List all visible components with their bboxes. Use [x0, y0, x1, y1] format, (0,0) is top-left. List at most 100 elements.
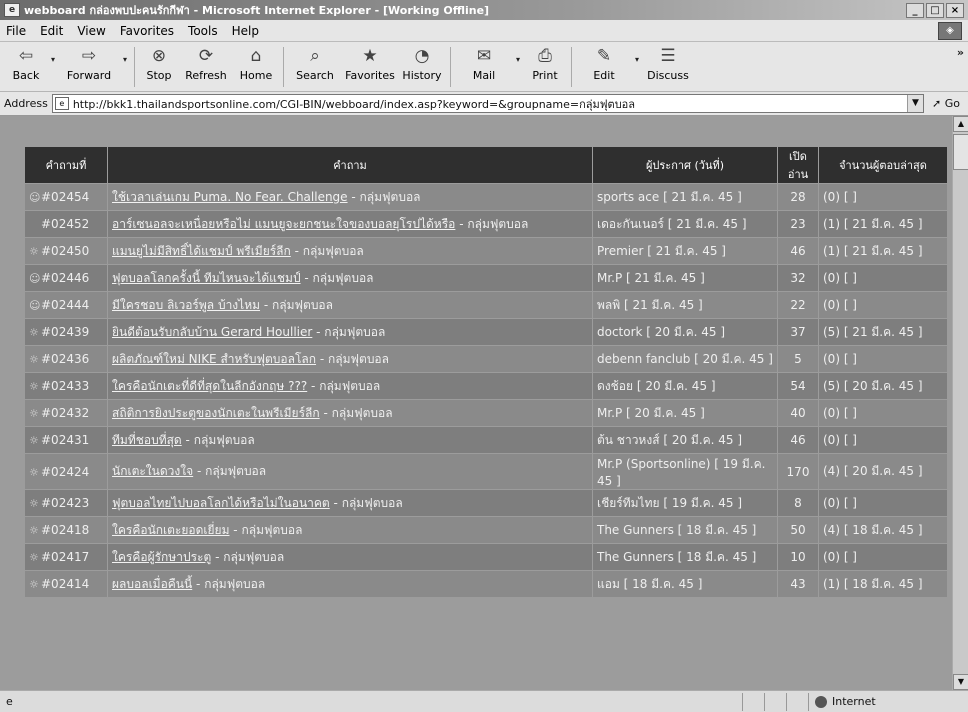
question-number: #02439 — [41, 325, 90, 339]
topic-status-icon: ☼ — [29, 465, 39, 479]
favorites-icon: ★ — [362, 46, 378, 66]
poster-cell: ดงช้อย [ 20 มี.ค. 45 ] — [593, 373, 777, 399]
internet-globe-icon — [815, 695, 827, 708]
minimize-button[interactable]: _ — [906, 2, 924, 18]
address-dropdown-icon[interactable]: ▼ — [907, 95, 923, 112]
address-url[interactable]: http://bkk1.thailandsportsonline.com/CGI… — [73, 95, 907, 113]
back-arrow-icon: ⇦ — [18, 46, 34, 66]
poster-cell: debenn fanclub [ 20 มี.ค. 45 ] — [593, 346, 777, 372]
group-label: กลุ่มฟุตบอล — [205, 464, 267, 478]
toolbar-stop-button[interactable]: ⊗ Stop — [139, 45, 179, 89]
latest-reply-cell: (0) [ ] — [819, 184, 947, 210]
toolbar-mail-dropdown-icon[interactable]: ▾ — [513, 45, 523, 64]
windows-logo-icon: ◈ — [938, 22, 962, 40]
question-link[interactable]: ผลิตภัณฑ์ใหม่ NIKE สำหรับฟุตบอลโลก — [112, 352, 316, 366]
question-number-cell: ☼ #02433 — [25, 373, 107, 399]
question-link[interactable]: ผลบอลเมื่อคืนนี้ — [112, 577, 192, 591]
toolbar-back-button[interactable]: ⇦ Back — [4, 45, 48, 89]
table-row: ☼ #02424 นักเตะในดวงใจ - กลุ่มฟุตบอล Mr.P (… — [25, 454, 947, 489]
zone-label: Internet — [832, 695, 876, 708]
question-number-cell: ☼ #02431 — [25, 427, 107, 453]
question-link[interactable]: ฟุตบอลโลกครั้งนี้ ทีมไหนจะได้แชมป์ — [112, 271, 301, 285]
question-link[interactable]: สถิติการยิงประตูของนักเตะในพรีเมียร์ลีก — [112, 406, 320, 420]
question-link[interactable]: ใครคือนักเตะยอดเยี่ยม — [112, 523, 229, 537]
latest-reply-cell: (0) [ ] — [819, 427, 947, 453]
question-cell: อาร์เซนอลจะเหนื่อยหรือไม่ แมนยูจะยกชนะใจ… — [108, 211, 592, 237]
ie-app-icon[interactable]: e — [4, 3, 20, 17]
reads-cell: 23 — [778, 211, 818, 237]
question-number: #02436 — [41, 352, 90, 366]
scroll-thumb[interactable] — [953, 134, 968, 170]
question-link[interactable]: ทีมที่ชอบที่สุด — [112, 433, 182, 447]
poster-cell: Mr.P (Sportsonline) [ 19 มี.ค. 45 ] — [593, 454, 777, 489]
group-label: กลุ่มฟุตบอล — [331, 405, 393, 420]
toolbar-print-button[interactable]: ⎙ Print — [523, 45, 567, 89]
reads-cell: 50 — [778, 517, 818, 543]
toolbar-more-chevron-icon[interactable]: » — [957, 46, 964, 59]
reads-cell: 37 — [778, 319, 818, 345]
topic-status-icon: ☼ — [29, 578, 39, 591]
question-link[interactable]: ใครคือผู้รักษาประตู — [112, 550, 211, 564]
latest-reply-cell: (1) [ 21 มี.ค. 45 ] — [819, 238, 947, 264]
question-link[interactable]: มีใครชอบ ลิเวอร์พูล บ้างไหม — [112, 298, 260, 312]
toolbar-separator — [283, 47, 284, 87]
group-label: กลุ่มฟุตบอล — [359, 189, 421, 204]
question-link[interactable]: ใช้เวลาเล่นเกม Puma. No Fear. Challenge — [112, 190, 348, 204]
toolbar-history-button[interactable]: ◔ History — [398, 45, 446, 89]
webboard-table: คำถามที่ คำถาม ผู้ประกาศ (วันที่) เปิดอ่… — [24, 146, 948, 598]
scroll-up-icon[interactable]: ▲ — [953, 116, 968, 132]
toolbar-stop-label: Stop — [146, 69, 172, 82]
group-label: กลุ่มฟุตบอล — [272, 297, 333, 312]
edit-icon: ✎ — [596, 46, 612, 66]
menu-favorites[interactable]: Favorites — [120, 24, 174, 38]
menu-bar: File Edit View Favorites Tools Help ◈ — [0, 20, 968, 42]
toolbar-forward-button[interactable]: ⇨ Forward — [58, 45, 120, 89]
maximize-button[interactable]: □ — [926, 2, 944, 18]
toolbar-back-dropdown-icon[interactable]: ▾ — [48, 45, 58, 64]
scroll-down-icon[interactable]: ▼ — [953, 674, 968, 690]
address-bar: Address e http://bkk1.thailandsportsonli… — [0, 92, 968, 116]
question-number: #02454 — [41, 190, 90, 204]
question-link[interactable]: แมนยูไม่มีสิทธิ์ได้แชมป์ พรีเมียร์ลีก — [112, 244, 291, 258]
topic-status-icon: ☺ — [29, 191, 41, 204]
question-number-cell: ☼ #02450 — [25, 238, 107, 264]
menu-view[interactable]: View — [77, 24, 105, 38]
go-button[interactable]: ➚ Go — [924, 97, 968, 110]
topic-status-icon: ☼ — [29, 524, 39, 537]
close-button[interactable]: × — [946, 2, 964, 18]
question-link[interactable]: ฟุตบอลไทยไปบอลโลกได้หรือไม่ในอนาคต — [112, 496, 330, 510]
poster-cell: sports ace [ 21 มี.ค. 45 ] — [593, 184, 777, 210]
question-number-cell: ☼ #02439 — [25, 319, 107, 345]
menu-help[interactable]: Help — [232, 24, 259, 38]
toolbar-refresh-label: Refresh — [185, 69, 227, 82]
vertical-scrollbar[interactable]: ▲ ▼ — [952, 116, 968, 690]
print-icon: ⎙ — [538, 46, 552, 66]
menu-edit[interactable]: Edit — [40, 24, 63, 38]
toolbar-search-button[interactable]: ⌕ Search — [288, 45, 342, 89]
toolbar-home-button[interactable]: ⌂ Home — [233, 45, 279, 89]
question-link[interactable]: นักเตะในดวงใจ — [112, 464, 193, 478]
toolbar-favorites-button[interactable]: ★ Favorites — [342, 45, 398, 89]
latest-reply-cell: (5) [ 20 มี.ค. 45 ] — [819, 373, 947, 399]
question-link[interactable]: อาร์เซนอลจะเหนื่อยหรือไม่ แมนยูจะยกชนะใจ… — [112, 217, 455, 231]
question-link[interactable]: ใครคือนักเตะที่ดีที่สุดในลีกอังกฤษ ??? — [112, 379, 307, 393]
question-number: #02452 — [41, 217, 90, 231]
toolbar-refresh-button[interactable]: ⟳ Refresh — [179, 45, 233, 89]
reads-cell: 46 — [778, 238, 818, 264]
group-label: กลุ่มฟุตบอล — [223, 549, 285, 564]
menu-file[interactable]: File — [6, 24, 26, 38]
toolbar-edit-dropdown-icon[interactable]: ▾ — [632, 45, 642, 64]
toolbar-edit-button[interactable]: ✎ Edit — [576, 45, 632, 89]
question-link[interactable]: ยินดีต้อนรับกลับบ้าน Gerard Houllier — [112, 325, 312, 339]
group-label: กลุ่มฟุตบอล — [328, 351, 389, 366]
topic-status-icon: ☺ — [29, 272, 41, 285]
toolbar-mail-button[interactable]: ✉ Mail — [455, 45, 513, 89]
question-cell: ใครคือผู้รักษาประตู - กลุ่มฟุตบอล — [108, 544, 592, 570]
question-number: #02423 — [41, 496, 90, 510]
address-input[interactable]: e http://bkk1.thailandsportsonline.com/C… — [51, 94, 924, 113]
question-cell: ฟุตบอลไทยไปบอลโลกได้หรือไม่ในอนาคต - กลุ… — [108, 490, 592, 516]
menu-tools[interactable]: Tools — [188, 24, 218, 38]
table-row: ☼ #02418 ใครคือนักเตะยอดเยี่ยม - กลุ่มฟุตบ… — [25, 517, 947, 543]
toolbar-discuss-button[interactable]: ☰ Discuss — [642, 45, 694, 89]
toolbar-forward-dropdown-icon[interactable]: ▾ — [120, 45, 130, 64]
